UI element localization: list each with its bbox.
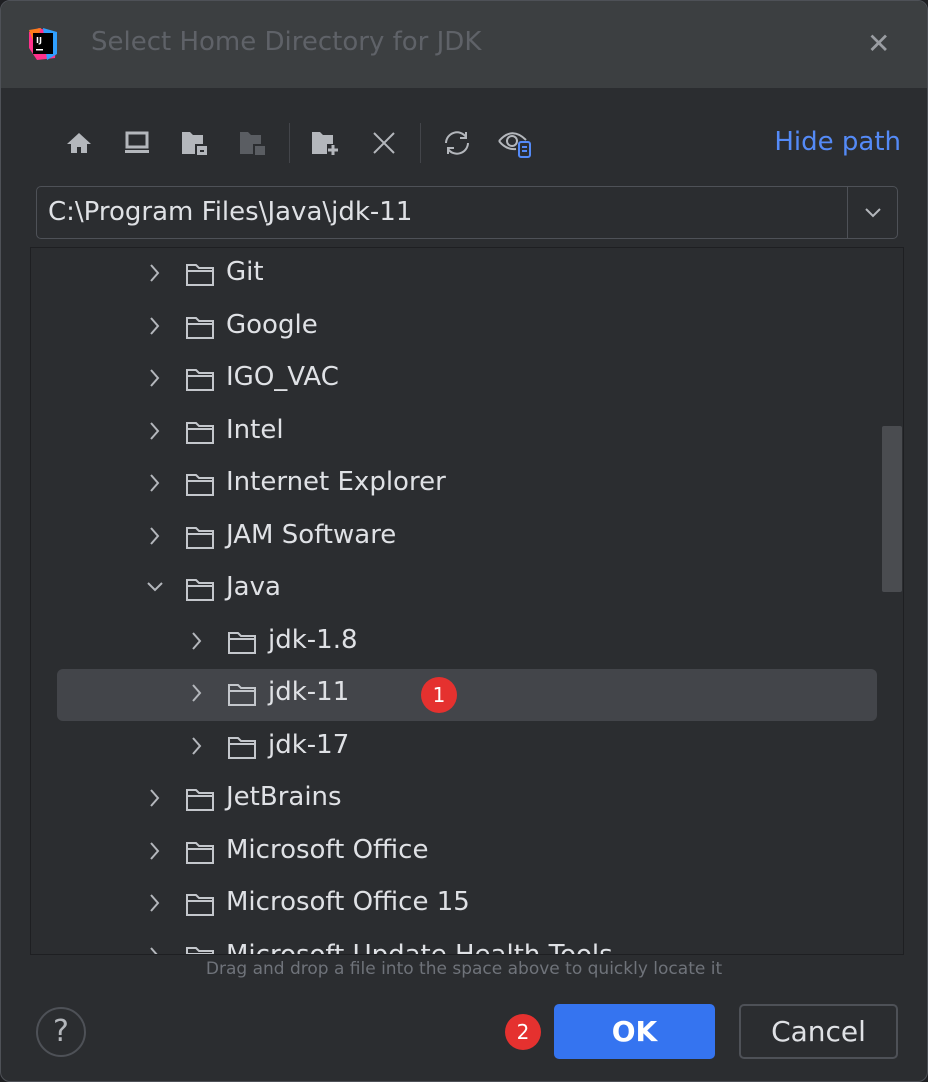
dialog-title: Select Home Directory for JDK [91,27,482,57]
tree-item-label: Intel [226,414,284,445]
delete-icon[interactable] [366,125,402,161]
tree-item[interactable]: jdk-17 [57,722,877,774]
tree-item-label: Git [226,257,264,287]
path-input[interactable]: C:\Program Files\Java\jdk-11 [48,197,412,227]
file-tree[interactable]: Microsoft Update Health Tools Microsoft O… [30,247,904,955]
tree-item-label: jdk-17 [268,729,350,760]
ok-button[interactable]: OK [554,1004,715,1059]
chevron-right-icon[interactable] [147,473,163,493]
chevron-right-icon[interactable] [189,736,205,756]
tree-item-label: JetBrains [226,782,342,812]
tree-item-label: Microsoft Office [226,834,429,865]
cancel-button[interactable]: Cancel [739,1004,898,1059]
tree-item[interactable]: jdk-11 1 [57,669,877,721]
title-bar: IJ Select Home Directory for JDK ✕ [1,1,927,88]
show-hidden-icon[interactable] [497,125,533,161]
chevron-right-icon[interactable] [189,631,205,651]
folder-icon [186,789,214,811]
tree-item-label: Java [226,572,281,602]
chevron-right-icon[interactable] [147,841,163,861]
tree-item-label: Microsoft Office 15 [226,887,470,917]
project-folder-icon[interactable] [177,125,213,161]
home-icon[interactable] [61,125,97,161]
folder-icon [186,369,214,391]
close-icon[interactable]: ✕ [867,27,890,60]
step-badge-1: 1 [421,677,457,713]
tree-item[interactable]: Internet Explorer [57,459,877,511]
step-badge-2: 2 [505,1014,541,1050]
tree-item[interactable]: JAM Software [57,512,877,564]
folder-icon [186,894,214,916]
tree-item[interactable]: Microsoft Update Health Tools [57,932,877,956]
refresh-icon[interactable] [439,125,475,161]
chevron-right-icon[interactable] [147,788,163,808]
chevron-right-icon[interactable] [147,263,163,283]
jdk-home-dialog: IJ Select Home Directory for JDK ✕ Hide … [0,0,928,1082]
tree-item[interactable]: JetBrains [57,774,877,826]
svg-text:IJ: IJ [36,36,42,45]
chevron-right-icon[interactable] [189,683,205,703]
chevron-down-icon[interactable] [147,578,163,598]
folder-icon [186,474,214,496]
tree-item-label: Internet Explorer [226,467,446,497]
chevron-down-icon [864,207,881,217]
folder-icon [186,526,214,549]
toolbar [61,123,555,163]
chevron-right-icon[interactable] [147,316,163,336]
desktop-icon[interactable] [119,125,155,161]
folder-icon [186,579,214,601]
chevron-right-icon[interactable] [147,368,163,388]
tree-item-label: IGO_VAC [226,362,339,392]
new-folder-icon[interactable] [308,125,344,161]
tree-item-label: jdk-1.8 [268,624,358,655]
intellij-logo-icon: IJ [29,28,57,60]
folder-icon [186,946,214,954]
tree-item[interactable]: Intel [57,407,877,459]
folder-icon [186,421,214,444]
folder-icon [228,736,256,759]
tree-item-label: JAM Software [226,519,397,550]
folder-icon [186,316,214,339]
tree-scrollbar[interactable] [882,426,902,592]
tree-item[interactable]: Microsoft Office 15 [57,879,877,931]
tree-item-label: Google [226,309,318,340]
folder-icon [186,264,214,286]
path-combobox[interactable]: C:\Program Files\Java\jdk-11 [36,186,898,239]
tree-item[interactable]: Java [57,564,877,616]
toolbar-divider [420,123,421,163]
tree-item[interactable]: jdk-1.8 [57,617,877,669]
toolbar-divider [289,123,290,163]
tree-item-label: jdk-11 [268,677,350,707]
folder-icon [186,841,214,864]
tree-item[interactable]: Microsoft Office [57,827,877,879]
folder-icon [228,631,256,654]
tree-item[interactable]: Google [57,302,877,354]
hide-path-link[interactable]: Hide path [774,127,901,157]
chevron-right-icon[interactable] [147,421,163,441]
module-folder-icon[interactable] [235,125,271,161]
tree-item[interactable]: IGO_VAC [57,354,877,406]
chevron-right-icon[interactable] [147,893,163,913]
tree-item[interactable]: Git [57,249,877,301]
drag-drop-hint: Drag and drop a file into the space abov… [205,959,723,979]
folder-icon [228,684,256,706]
help-button[interactable]: ? [36,1007,86,1057]
chevron-right-icon[interactable] [147,526,163,546]
tree-item-label: Microsoft Update Health Tools [226,939,613,955]
chevron-right-icon[interactable] [147,946,163,956]
path-history-dropdown[interactable] [847,187,897,238]
